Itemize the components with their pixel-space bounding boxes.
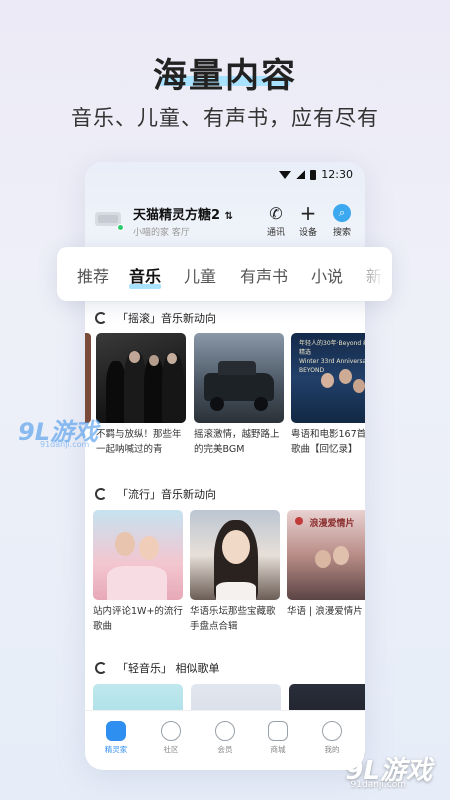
playlist-cover [194, 333, 284, 423]
battery-icon [310, 169, 317, 180]
device-label: 设备 [298, 228, 317, 238]
playlist-card[interactable]: 年轻人的30年·Beyond 经典精选 Winter 33rd Annivers… [291, 333, 365, 457]
section-title-text: 「摇滚」音乐新动向 [117, 312, 216, 325]
playlist-caption: 摇滚激情，越野路上的完美BGM [194, 429, 280, 455]
playlist-cover: 浪漫爱情片 [287, 510, 365, 600]
nav-label: 我的 [324, 745, 340, 754]
refresh-icon[interactable] [95, 312, 107, 324]
playlist-caption: 站内评论1W+的流行歌曲 [93, 606, 183, 632]
speaker-icon [95, 212, 121, 226]
community-icon [161, 721, 181, 741]
nav-label: 精灵家 [104, 745, 128, 754]
hero-subtitle: 音乐、儿童、有声书，应有尽有 [71, 106, 379, 130]
search-label: 搜索 [332, 228, 351, 238]
search-icon: ⌕ [333, 204, 351, 222]
refresh-icon[interactable] [95, 488, 107, 500]
membership-icon [215, 721, 235, 741]
playlist-cover [93, 510, 183, 600]
partial-card-left[interactable] [85, 333, 91, 423]
nav-shop[interactable]: 商城 [253, 721, 303, 755]
switch-device-icon: ⇅ [224, 211, 233, 222]
call-label: 通讯 [266, 228, 285, 238]
tab-audiobook[interactable]: 有声书 [240, 263, 288, 287]
playlist-card[interactable]: 浪漫爱情片 华语 | 浪漫爱情片 [287, 510, 365, 634]
cover-label: 浪漫爱情片 [309, 519, 355, 529]
category-tabs: 推荐 音乐 儿童 有声书 小说 新闻 [57, 247, 392, 301]
tab-fade-overlay [352, 247, 392, 301]
tab-kids[interactable]: 儿童 [184, 263, 216, 287]
nav-community[interactable]: 社区 [146, 721, 196, 755]
playlist-cover [96, 333, 186, 423]
section-title-pop: 「流行」音乐新动向 [95, 486, 216, 502]
add-device-button[interactable]: + 设备 [293, 201, 323, 238]
poster-text: 年轻人的30年·Beyond 经典精选 Winter 33rd Annivers… [299, 340, 365, 374]
watermark-right-sub: 91danji.com [350, 780, 406, 790]
playlist-caption: 华语 | 浪漫爱情片 [287, 606, 363, 617]
hero-title-text: 海量内容 [153, 56, 297, 96]
playlist-caption: 粤语和电影167首典歌曲【回忆录】 [291, 429, 365, 455]
home-icon [106, 721, 126, 741]
status-time: 12:30 [321, 168, 353, 181]
section-title-light: 「轻音乐」 相似歌单 [95, 660, 220, 676]
refresh-icon[interactable] [95, 662, 107, 674]
playlist-caption: 不羁与放纵！那些年一起呐喊过的青 [96, 429, 182, 455]
playlist-cover: 年轻人的30年·Beyond 经典精选 Winter 33rd Annivers… [291, 333, 365, 423]
device-room: 小喵的家 客厅 [133, 228, 190, 238]
playlist-card[interactable]: 华语乐坛那些宝藏歌手盘点合辑 [190, 510, 280, 634]
phone-icon: ✆ [269, 203, 283, 223]
playlist-card[interactable]: 摇滚激情，越野路上的完美BGM [194, 333, 284, 457]
playlist-card[interactable]: 站内评论1W+的流行歌曲 [93, 510, 183, 634]
device-name[interactable]: 天猫精灵方糖2 ⇅ [133, 204, 233, 223]
nav-home[interactable]: 精灵家 [91, 721, 141, 755]
tab-music[interactable]: 音乐 [129, 263, 161, 287]
signal-icon [296, 170, 306, 179]
playlist-card[interactable]: 不羁与放纵！那些年一起呐喊过的青 [96, 333, 186, 457]
nav-profile[interactable]: 我的 [307, 721, 357, 755]
tab-recommend[interactable]: 推荐 [77, 263, 109, 287]
watermark-left-sub: 91danji.com [40, 440, 90, 449]
call-button[interactable]: ✆ 通讯 [261, 203, 291, 239]
shop-icon [268, 721, 288, 741]
nav-label: 会员 [217, 745, 233, 754]
profile-icon [322, 721, 342, 741]
section-title-text: 「轻音乐」 相似歌单 [117, 662, 220, 675]
device-header[interactable]: 天猫精灵方糖2 ⇅ 小喵的家 客厅 ✆ 通讯 + 设备 ⌕ 搜索 [93, 201, 361, 242]
wifi-icon [279, 170, 292, 179]
online-status-icon [117, 224, 124, 231]
nav-label: 商城 [270, 745, 286, 754]
section-title-rock: 「摇滚」音乐新动向 [95, 310, 216, 326]
tab-novel[interactable]: 小说 [311, 263, 343, 287]
plus-icon: + [299, 201, 317, 225]
nav-membership[interactable]: 会员 [200, 721, 250, 755]
device-name-text: 天猫精灵方糖2 [133, 208, 221, 223]
playlist-cover [190, 510, 280, 600]
hero-title: 海量内容 [0, 48, 450, 97]
playlist-caption: 华语乐坛那些宝藏歌手盘点合辑 [190, 606, 276, 632]
nav-label: 社区 [163, 745, 179, 754]
search-button[interactable]: ⌕ 搜索 [327, 204, 357, 238]
bottom-nav: 精灵家 社区 会员 商城 我的 [85, 710, 365, 770]
status-bar: 12:30 [279, 168, 353, 181]
section-title-text: 「流行」音乐新动向 [117, 488, 216, 501]
